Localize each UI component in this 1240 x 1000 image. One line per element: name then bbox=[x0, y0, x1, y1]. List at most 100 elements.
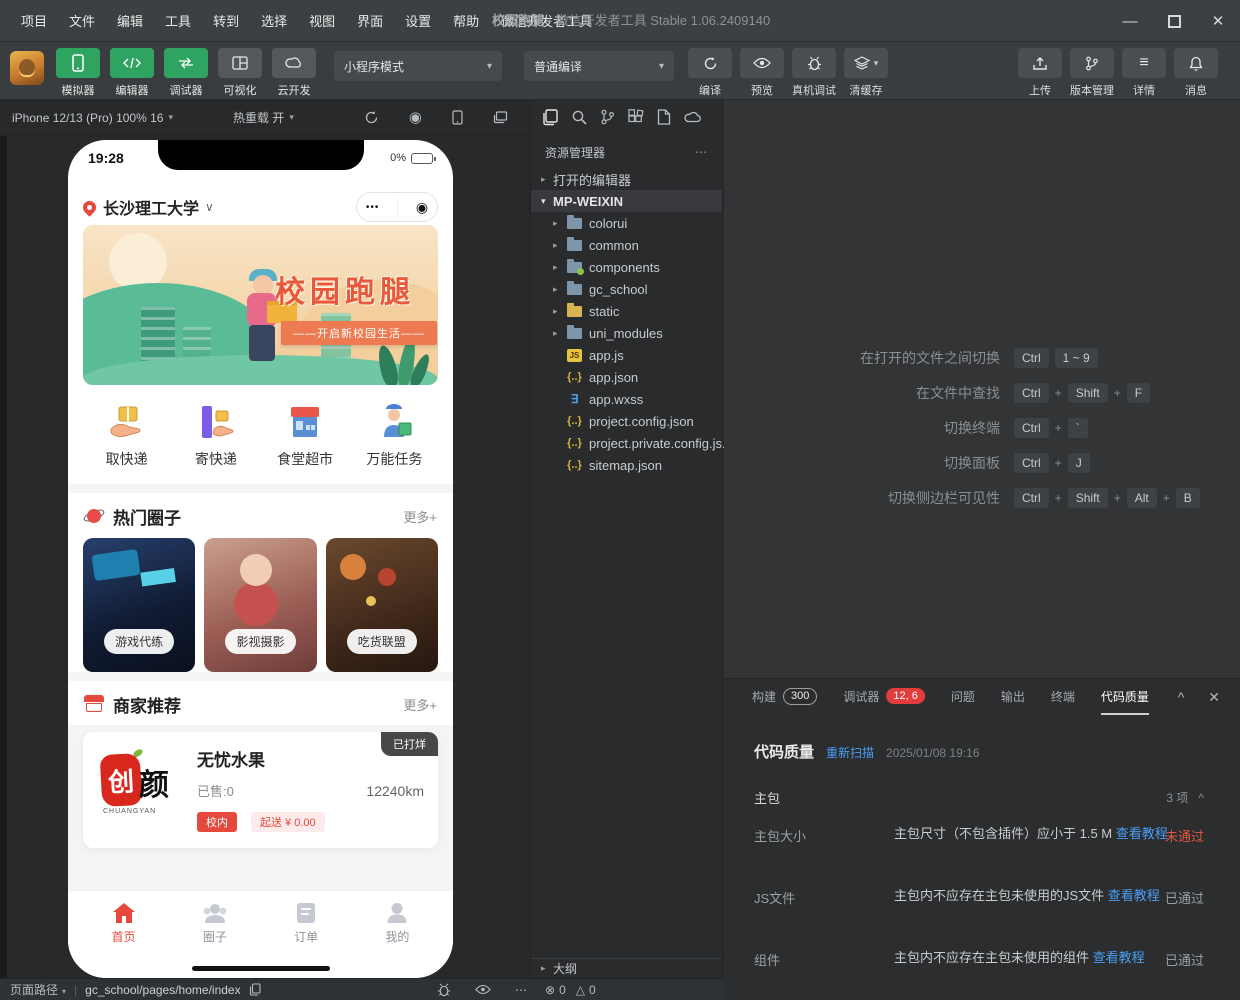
panel-tab-problems[interactable]: 问题 bbox=[951, 679, 975, 715]
extensions-icon[interactable] bbox=[628, 109, 644, 125]
card-photography[interactable]: 影视摄影 bbox=[204, 538, 317, 672]
tree-file-app-js[interactable]: JS app.js bbox=[531, 344, 722, 366]
panel-tab-output[interactable]: 输出 bbox=[1001, 679, 1025, 715]
menu-file[interactable]: 文件 bbox=[60, 7, 104, 34]
upload-button[interactable]: 上传 bbox=[1018, 48, 1062, 98]
vconsole-icon[interactable] bbox=[437, 983, 451, 997]
editor-toggle-button[interactable]: 编辑器 bbox=[110, 48, 154, 98]
tree-file-app-json[interactable]: {..} app.json bbox=[531, 366, 722, 388]
quick-action-send[interactable]: 寄快递 bbox=[180, 403, 252, 469]
compile-mode-dropdown[interactable]: 普通编译 ▾ bbox=[524, 51, 674, 81]
record-icon[interactable]: ◉ bbox=[409, 110, 422, 125]
cloud-dev-button[interactable]: 云开发 bbox=[272, 48, 316, 98]
battery-percent: 0% bbox=[390, 152, 406, 164]
rescan-link[interactable]: 重新扫描 bbox=[826, 744, 874, 761]
view-tutorial-link[interactable]: 查看教程 bbox=[1108, 888, 1160, 903]
details-button[interactable]: ≡ 详情 bbox=[1122, 48, 1166, 98]
tree-file-sitemap[interactable]: {..} sitemap.json bbox=[531, 454, 722, 476]
hot-reload-toggle[interactable]: 热重载 开 ▾ bbox=[233, 109, 294, 126]
tree-folder-static[interactable]: ▸ static bbox=[531, 300, 722, 322]
maximize-button[interactable] bbox=[1152, 0, 1196, 42]
panel-tab-terminal[interactable]: 终端 bbox=[1051, 679, 1075, 715]
clear-cache-button[interactable]: ▾ 清缓存 bbox=[844, 48, 888, 98]
tree-open-editors[interactable]: ▸ 打开的编辑器 bbox=[531, 168, 722, 190]
tree-root-mp-weixin[interactable]: ▾ MP-WEIXIN bbox=[531, 190, 722, 212]
quick-action-canteen[interactable]: 食堂超市 bbox=[269, 403, 341, 469]
menu-interface[interactable]: 界面 bbox=[348, 7, 392, 34]
problems-indicator[interactable]: ⊗ 0 △ 0 bbox=[545, 983, 596, 997]
tab-home[interactable]: 首页 bbox=[94, 901, 154, 978]
tab-profile[interactable]: 我的 bbox=[367, 901, 427, 978]
debugger-toggle-button[interactable]: 调试器 bbox=[164, 48, 208, 98]
menu-settings[interactable]: 设置 bbox=[396, 7, 440, 34]
shortcut-row: 切换面板 Ctrl + J bbox=[764, 453, 1204, 473]
close-miniprogram-button[interactable]: ◉ bbox=[416, 200, 428, 214]
copy-icon[interactable] bbox=[249, 983, 261, 996]
rotate-icon[interactable] bbox=[364, 110, 379, 125]
tree-folder-colorui[interactable]: ▸ colorui bbox=[531, 212, 722, 234]
device-frame-icon[interactable] bbox=[452, 110, 463, 125]
visualize-button[interactable]: 可视化 bbox=[218, 48, 262, 98]
cloud-panel-icon[interactable] bbox=[684, 111, 701, 123]
tree-file-app-wxss[interactable]: ∃ app.wxss bbox=[531, 388, 722, 410]
more-menu-button[interactable]: ••• bbox=[366, 202, 380, 213]
merchant-more-link[interactable]: 更多+ bbox=[403, 695, 437, 714]
menu-view[interactable]: 视图 bbox=[300, 7, 344, 34]
ellipsis-icon[interactable]: ⋯ bbox=[515, 983, 527, 997]
menu-edit[interactable]: 编辑 bbox=[108, 7, 152, 34]
search-icon[interactable] bbox=[571, 109, 587, 125]
panel-close-icon[interactable]: ✕ bbox=[1208, 689, 1220, 706]
warning-count: 0 bbox=[588, 982, 596, 997]
page-path-selector[interactable]: 页面路径 ▾ bbox=[10, 981, 66, 998]
simulator-toggle-button[interactable]: 模拟器 bbox=[56, 48, 100, 98]
close-button[interactable]: ✕ bbox=[1196, 0, 1240, 42]
mode-dropdown[interactable]: 小程序模式 ▾ bbox=[334, 51, 502, 81]
tree-file-project-config[interactable]: {..} project.config.json bbox=[531, 410, 722, 432]
file-preview-icon[interactable] bbox=[657, 109, 671, 125]
quick-action-pickup[interactable]: 取快递 bbox=[91, 403, 163, 469]
preview-button[interactable]: 预览 bbox=[740, 48, 784, 98]
panel-collapse-icon[interactable]: ^ bbox=[1178, 689, 1185, 705]
merchant-list: 已打烊 创 颜 CHUANGYAN 无忧水果 已售:0 12240km 校内 起… bbox=[68, 725, 453, 890]
view-tutorial-link[interactable]: 查看教程 bbox=[1116, 826, 1168, 841]
device-debug-button[interactable]: 真机调试 bbox=[792, 48, 836, 98]
device-selector[interactable]: iPhone 12/13 (Pro) 100% 16 ▾ bbox=[12, 111, 173, 125]
tree-folder-components[interactable]: ▸ components bbox=[531, 256, 722, 278]
campus-banner[interactable]: 校园跑腿 ——开启新校园生活—— bbox=[83, 225, 438, 385]
panel-tab-debugger[interactable]: 调试器 12, 6 bbox=[843, 679, 925, 715]
eye-icon[interactable] bbox=[475, 984, 491, 995]
menu-help[interactable]: 帮助 bbox=[444, 7, 488, 34]
source-control-icon[interactable] bbox=[600, 109, 615, 125]
quick-action-tasks[interactable]: 万能任务 bbox=[358, 403, 430, 469]
menu-goto[interactable]: 转到 bbox=[204, 7, 248, 34]
tree-folder-common[interactable]: ▸ common bbox=[531, 234, 722, 256]
panel-tab-build[interactable]: 构建 300 bbox=[752, 679, 818, 715]
user-avatar[interactable] bbox=[10, 51, 44, 85]
version-control-button[interactable]: 版本管理 bbox=[1070, 48, 1114, 98]
merchant-card[interactable]: 已打烊 创 颜 CHUANGYAN 无忧水果 已售:0 12240km 校内 起… bbox=[83, 732, 438, 848]
messages-button[interactable]: 消息 bbox=[1174, 48, 1218, 98]
tree-folder-gc-school[interactable]: ▸ gc_school bbox=[531, 278, 722, 300]
location-selector[interactable]: 长沙理工大学 bbox=[103, 195, 199, 219]
debugger-badge: 12, 6 bbox=[886, 688, 925, 704]
compile-button[interactable]: 编译 bbox=[688, 48, 732, 98]
panel-tab-code-quality[interactable]: 代码质量 bbox=[1100, 679, 1149, 715]
menu-select[interactable]: 选择 bbox=[252, 7, 296, 34]
multi-window-icon[interactable] bbox=[493, 111, 508, 124]
tree-folder-uni-modules[interactable]: ▸ uni_modules bbox=[531, 322, 722, 344]
group-collapse-icon[interactable]: ^ bbox=[1198, 791, 1204, 805]
chevron-down-icon: ▾ bbox=[658, 60, 664, 72]
ellipsis-icon[interactable]: ⋯ bbox=[695, 145, 708, 159]
quality-row-components: 组件 主包内不应存在主包未使用的组件 查看教程 已通过 bbox=[754, 950, 1204, 968]
banner-title: 校园跑腿 bbox=[275, 276, 415, 309]
tree-file-project-private-config[interactable]: {..} project.private.config.js... bbox=[531, 432, 733, 454]
card-game-boosting[interactable]: 游戏代练 bbox=[83, 538, 196, 672]
hot-circles-more-link[interactable]: 更多+ bbox=[403, 507, 437, 526]
card-foodie-union[interactable]: 吃货联盟 bbox=[325, 538, 438, 672]
menu-project[interactable]: 项目 bbox=[12, 7, 56, 34]
files-icon[interactable] bbox=[541, 108, 558, 126]
outline-section[interactable]: ▸ 大纲 bbox=[531, 958, 722, 978]
view-tutorial-link[interactable]: 查看教程 bbox=[1093, 950, 1145, 965]
menu-tools[interactable]: 工具 bbox=[156, 7, 200, 34]
minimize-button[interactable]: — bbox=[1108, 0, 1152, 42]
